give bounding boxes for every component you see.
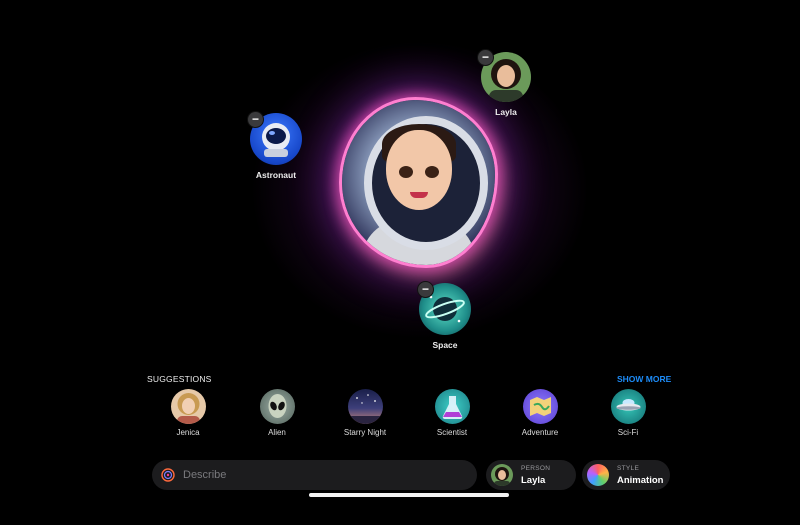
person-avatar: [170, 389, 206, 424]
astronaut-label: Astronaut: [255, 170, 297, 180]
starry-night-icon: [347, 389, 383, 424]
suggestion-label: Sci-Fi: [617, 428, 639, 437]
suggestion-label: Scientist: [436, 428, 468, 437]
suggestion-label: Jenica: [176, 428, 200, 437]
home-indicator[interactable]: [309, 493, 509, 497]
remove-space-button[interactable]: −: [417, 281, 434, 298]
suggestions-header: SUGGESTIONS: [147, 374, 212, 384]
left-eye: [399, 166, 413, 178]
suggestion-starry-night[interactable]: Starry Night: [330, 389, 400, 437]
image-playground-icon: [161, 468, 175, 482]
person-thumbnail: [491, 464, 513, 486]
right-eye: [425, 166, 439, 178]
describe-field[interactable]: [152, 460, 477, 490]
layla-label: Layla: [495, 107, 517, 117]
remove-layla-button[interactable]: −: [477, 49, 494, 66]
suggestion-scientist[interactable]: Scientist: [417, 389, 487, 437]
suggestion-label: Starry Night: [343, 428, 387, 437]
suggestion-label: Adventure: [521, 428, 559, 437]
suggestion-label: Alien: [268, 428, 286, 437]
face: [386, 130, 452, 210]
space-label: Space: [432, 340, 458, 350]
selected-concept-space[interactable]: − Space: [415, 281, 475, 350]
map-icon: [522, 389, 558, 424]
describe-input[interactable]: [181, 468, 465, 482]
show-more-button[interactable]: SHOW MORE: [617, 374, 671, 384]
suggestion-jenica[interactable]: Jenica: [153, 389, 223, 437]
suggestion-sci-fi[interactable]: Sci-Fi: [593, 389, 663, 437]
person-value: Layla: [521, 475, 546, 486]
person-chip[interactable]: PERSON Layla: [486, 460, 576, 490]
generated-image[interactable]: [342, 100, 495, 265]
suggestion-alien[interactable]: Alien: [242, 389, 312, 437]
style-value: Animation: [617, 475, 664, 486]
remove-astronaut-button[interactable]: −: [247, 111, 264, 128]
flask-icon: [434, 389, 470, 424]
selected-concept-astronaut[interactable]: − Astronaut: [244, 111, 308, 180]
suggestion-adventure[interactable]: Adventure: [505, 389, 575, 437]
ufo-icon: [610, 389, 646, 424]
style-chip[interactable]: STYLE Animation: [582, 460, 670, 490]
alien-icon: [259, 389, 295, 424]
style-caption: STYLE: [617, 465, 640, 472]
selected-person-layla[interactable]: − Layla: [477, 49, 534, 117]
person-caption: PERSON: [521, 465, 551, 472]
style-thumbnail: [587, 464, 609, 486]
